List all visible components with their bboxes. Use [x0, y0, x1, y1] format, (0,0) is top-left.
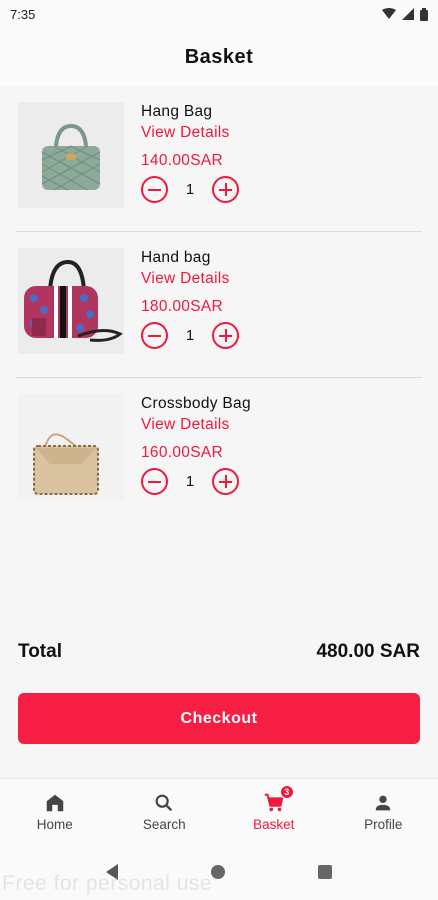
battery-icon [420, 7, 428, 21]
app-header: Basket [0, 28, 438, 86]
home-circle-icon[interactable] [210, 865, 225, 879]
product-image-hang-bag[interactable] [18, 102, 124, 208]
nav-label-home: Home [36, 816, 73, 832]
nav-item-basket[interactable]: 3 Basket [219, 779, 329, 844]
product-image-crossbody-bag[interactable] [18, 394, 124, 500]
nav-item-home[interactable]: Home [0, 779, 110, 844]
quantity-stepper: 1 [141, 468, 251, 495]
item-name: Crossbody Bag [141, 395, 251, 412]
back-icon[interactable] [106, 864, 119, 880]
system-nav-bar [0, 844, 438, 900]
recents-icon[interactable] [317, 865, 332, 879]
item-price: 180.00SAR [141, 298, 223, 315]
cart-count-badge: 3 [279, 784, 294, 799]
total-row: Total 480.00 SAR [18, 641, 420, 663]
basket-item: Crossbody Bag View Details 160.00SAR 1 [16, 378, 422, 524]
nav-item-search[interactable]: Search [110, 779, 220, 844]
view-details-link[interactable]: View Details [141, 416, 251, 434]
basket-item: Hand bag View Details 180.00SAR 1 [16, 232, 422, 378]
cart-icon: 3 [263, 784, 294, 814]
item-price: 160.00SAR [141, 444, 223, 461]
view-details-link[interactable]: View Details [141, 124, 239, 142]
nav-item-profile[interactable]: Profile [329, 779, 438, 844]
nav-label-profile: Profile [364, 816, 403, 832]
signal-icon [402, 8, 414, 20]
quantity-value: 1 [185, 181, 195, 198]
plus-icon[interactable] [212, 322, 239, 349]
plus-icon[interactable] [212, 468, 239, 495]
status-icons [382, 7, 428, 21]
checkout-button[interactable]: Checkout [18, 693, 420, 744]
view-details-link[interactable]: View Details [141, 270, 239, 288]
total-value: 480.00 SAR [316, 641, 420, 662]
product-image-hand-bag[interactable] [18, 248, 124, 354]
wifi-icon [382, 8, 396, 19]
person-icon [372, 792, 394, 814]
minus-icon[interactable] [141, 176, 168, 203]
nav-label-search: Search [142, 816, 186, 832]
quantity-stepper: 1 [141, 176, 239, 203]
minus-icon[interactable] [141, 322, 168, 349]
quantity-stepper: 1 [141, 322, 239, 349]
quantity-value: 1 [185, 327, 195, 344]
home-icon [44, 792, 66, 814]
minus-icon[interactable] [141, 468, 168, 495]
nav-label-basket: Basket [253, 816, 295, 832]
status-time: 7:35 [10, 6, 36, 22]
total-label: Total [18, 641, 62, 662]
bottom-nav: Home Search 3 Basket Profile [0, 778, 438, 844]
item-name: Hang Bag [141, 103, 213, 120]
item-name: Hand bag [141, 249, 211, 266]
item-price: 140.00SAR [141, 152, 223, 169]
plus-icon[interactable] [212, 176, 239, 203]
page-title: Basket [184, 45, 254, 68]
quantity-value: 1 [185, 473, 195, 490]
basket-list: Hang Bag View Details 140.00SAR 1 Hand b… [0, 86, 438, 524]
search-icon [153, 792, 175, 814]
status-bar: 7:35 [0, 0, 438, 28]
basket-item: Hang Bag View Details 140.00SAR 1 [16, 86, 422, 232]
